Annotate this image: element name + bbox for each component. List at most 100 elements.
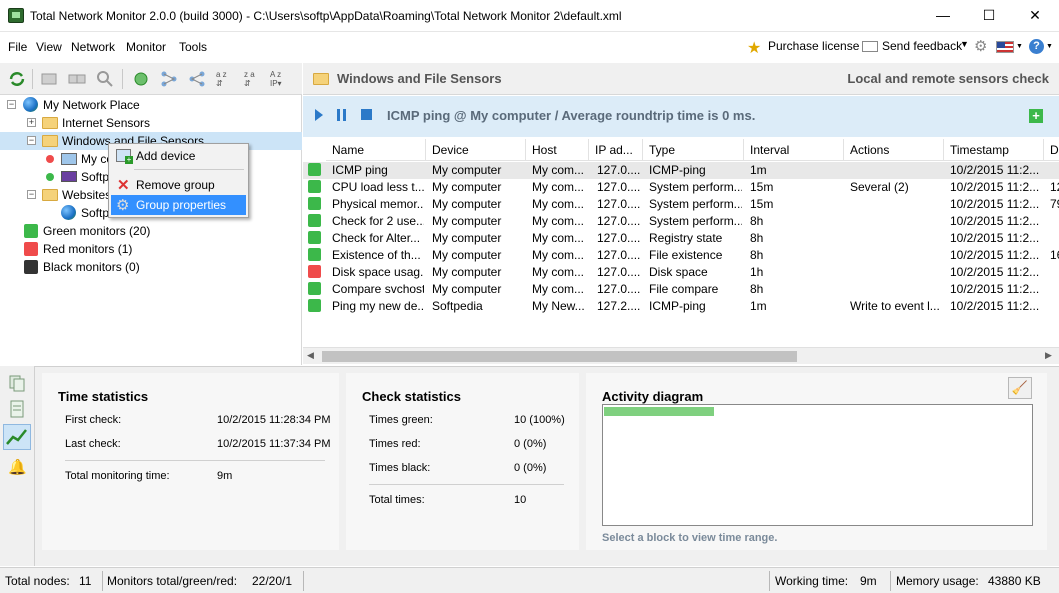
col-header-d[interactable]: D	[1044, 139, 1059, 161]
title-bar: Total Network Monitor 2.0.0 (build 3000)…	[0, 0, 1059, 32]
star-icon: ★	[747, 40, 762, 57]
menu-monitor[interactable]: Monitor	[126, 40, 166, 54]
divider	[369, 484, 564, 485]
chevron-down-icon[interactable]: ▼	[1016, 43, 1023, 50]
chart-icon	[6, 429, 27, 445]
col-header-device[interactable]: Device	[426, 139, 526, 161]
chevron-down-icon[interactable]: ▼	[1046, 43, 1053, 50]
collapse-icon[interactable]: −	[27, 136, 36, 145]
ctx-add-device[interactable]: + Add device	[111, 146, 246, 166]
purchase-license-link[interactable]: Purchase license	[768, 39, 859, 53]
divider	[65, 460, 325, 461]
col-header-ip[interactable]: IP ad...	[589, 139, 643, 161]
menu-tools[interactable]: Tools	[179, 40, 207, 54]
tree-expand-icon[interactable]	[160, 70, 178, 88]
tree-node-black-monitors[interactable]: Black monitors (0)	[0, 258, 302, 276]
scroll-left-icon[interactable]: ◀	[307, 350, 314, 361]
play-icon[interactable]	[315, 109, 323, 121]
group-description: Local and remote sensors check	[847, 71, 1049, 86]
cell-timestamp: 10/2/2015 11:2...	[950, 248, 1040, 262]
col-header-host[interactable]: Host	[526, 139, 589, 161]
menu-view[interactable]: View	[36, 40, 62, 54]
panel-title: Check statistics	[362, 389, 461, 404]
monitor-icon[interactable]	[132, 70, 150, 88]
help-icon[interactable]: ?	[1029, 39, 1044, 54]
table-row[interactable]: Check for 2 use... My computer My com... 12…	[303, 213, 1059, 230]
tree-node-green-monitors[interactable]: Green monitors (20)	[0, 222, 302, 240]
cell-timestamp: 10/2/2015 11:2...	[950, 197, 1040, 211]
collapse-icon[interactable]: −	[27, 190, 36, 199]
cell-timestamp: 10/2/2015 11:2...	[950, 282, 1040, 296]
table-row[interactable]: Disk space usag... My computer My com... 12…	[303, 264, 1059, 281]
tree-collapse-icon[interactable]	[188, 70, 206, 88]
expand-icon[interactable]: +	[27, 118, 36, 127]
scroll-right-icon[interactable]: ▶	[1045, 350, 1052, 361]
table-row[interactable]: Physical memor... My computer My com... 127…	[303, 196, 1059, 213]
ctx-remove-group[interactable]: ✕ Remove group	[111, 175, 246, 195]
status-green-icon	[308, 299, 321, 312]
menu-file[interactable]: File	[8, 40, 27, 54]
pause-icon[interactable]	[337, 109, 340, 121]
cell-type: File compare	[649, 282, 719, 296]
times-green-label: Times green:	[369, 414, 433, 426]
black-square-icon	[24, 260, 38, 274]
cell-host: My New...	[532, 299, 585, 313]
clear-broom-icon[interactable]: 🧹	[1008, 377, 1032, 399]
activity-canvas[interactable]	[602, 404, 1033, 526]
table-row[interactable]: Check for Alter... My computer My com... 12…	[303, 230, 1059, 247]
toolbar-separator	[122, 69, 123, 89]
col-header-actions[interactable]: Actions	[844, 139, 944, 161]
green-square-icon	[24, 224, 38, 238]
cell-type: ICMP-ping	[649, 299, 706, 313]
horizontal-scrollbar[interactable]: ◀ ▶	[303, 347, 1059, 364]
activity-block[interactable]	[604, 407, 714, 416]
tree-node-root[interactable]: − My Network Place	[0, 96, 302, 114]
search-icon[interactable]	[96, 70, 114, 88]
gear-icon[interactable]: ⚙	[974, 37, 987, 55]
activity-chart-tab[interactable]	[3, 424, 31, 450]
context-menu: + Add device ✕ Remove group ⚙ Group prop…	[108, 143, 249, 218]
cell-name: Ping my new de...	[332, 299, 424, 313]
tree-node-internet-sensors[interactable]: + Internet Sensors	[0, 114, 302, 132]
chevron-down-icon[interactable]: ▼	[960, 39, 969, 49]
table-row[interactable]: Compare svchost My computer My com... 127.0…	[303, 281, 1059, 298]
bell-icon[interactable]: 🔔	[8, 458, 27, 476]
add-device-icon[interactable]	[40, 70, 58, 88]
col-header-interval[interactable]: Interval	[744, 139, 844, 161]
stop-icon[interactable]	[361, 109, 372, 120]
us-flag-icon[interactable]	[996, 41, 1014, 53]
minimize-button[interactable]: —	[920, 0, 966, 31]
pause-icon[interactable]	[343, 109, 346, 121]
send-feedback-link[interactable]: Send feedback	[882, 39, 962, 53]
col-header-type[interactable]: Type	[643, 139, 744, 161]
menu-bar: File View Network Monitor Tools ★ Purcha…	[0, 33, 1059, 61]
collapse-icon[interactable]: −	[7, 100, 16, 109]
col-header-timestamp[interactable]: Timestamp	[944, 139, 1044, 161]
sensor-summary: ICMP ping @ My computer / Average roundt…	[387, 108, 756, 123]
sort-az-icon[interactable]: a z ⇵	[216, 70, 234, 88]
col-header-name[interactable]: Name	[326, 139, 426, 161]
scroll-thumb[interactable]	[322, 351, 797, 362]
maximize-button[interactable]: ☐	[966, 0, 1012, 31]
add-group-icon[interactable]	[68, 70, 86, 88]
sort-za-icon[interactable]: z a ⇵	[244, 70, 262, 88]
cell-ip: 127.0....	[597, 248, 641, 262]
table-row[interactable]: CPU load less t... My computer My com... 12…	[303, 179, 1059, 196]
refresh-icon[interactable]	[8, 70, 26, 88]
ctx-group-properties[interactable]: ⚙ Group properties	[111, 195, 246, 215]
sort-ip-icon[interactable]: A z IP▾	[270, 70, 288, 88]
close-button[interactable]: ✕	[1012, 0, 1058, 31]
menu-network[interactable]: Network	[71, 40, 115, 54]
table-row[interactable]: ICMP ping My computer My com... 127.0.... IC…	[303, 162, 1059, 179]
cell-host: My com...	[532, 248, 585, 262]
tree-node-red-monitors[interactable]: Red monitors (1)	[0, 240, 302, 258]
first-check-value: 10/2/2015 11:28:34 PM	[217, 414, 331, 426]
cell-name: Physical memor...	[332, 197, 424, 211]
status-green-icon	[308, 214, 321, 227]
document-icon[interactable]	[8, 400, 26, 418]
copy-icon[interactable]	[8, 374, 26, 392]
add-monitor-icon[interactable]: +	[1029, 109, 1043, 123]
table-row[interactable]: Existence of th... My computer My com... 12…	[303, 247, 1059, 264]
table-row[interactable]: Ping my new de... Softpedia My New... 127.2…	[303, 298, 1059, 315]
tree-label: Websites	[62, 188, 112, 202]
